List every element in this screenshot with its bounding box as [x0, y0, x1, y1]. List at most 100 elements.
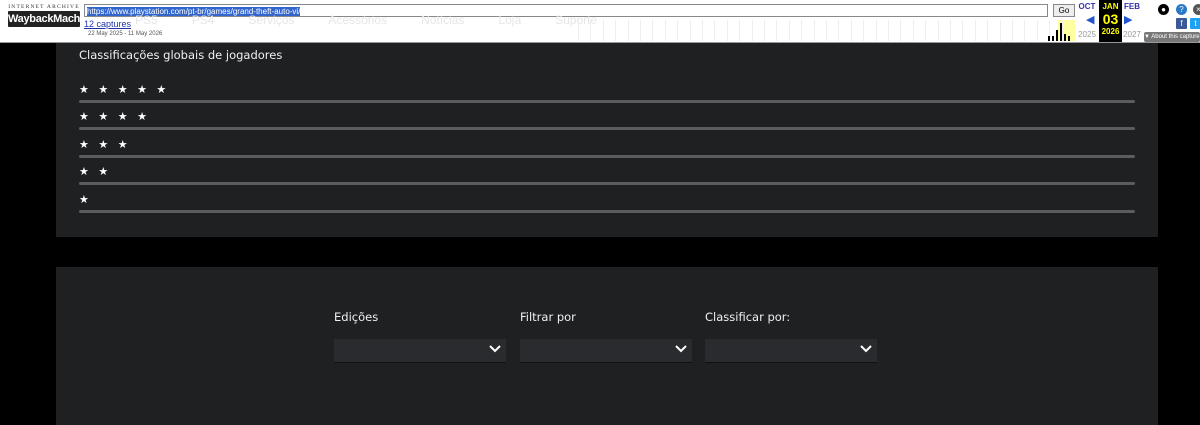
sparkline-gridline — [739, 20, 741, 41]
sparkline-bar — [1064, 33, 1066, 41]
sparkline-gridline — [689, 20, 691, 41]
sort-by: Classificar por: — [705, 310, 877, 363]
prev-arrow-icon[interactable]: ◀ — [1086, 13, 1094, 26]
sparkline-gridline — [937, 20, 939, 41]
twitter-icon[interactable]: t — [1190, 18, 1200, 29]
sparkline-gridline — [652, 20, 654, 41]
sparkline-gridline — [702, 20, 703, 41]
sparkline-gridline — [627, 20, 629, 41]
sparkline-gridline — [615, 20, 617, 41]
sparkline-gridline — [863, 20, 865, 41]
logo-main-text: WaybackMachine — [8, 11, 96, 27]
sparkline-gridline — [813, 20, 815, 41]
sparkline-gridline — [1012, 20, 1013, 41]
sparkline-bar — [1048, 35, 1050, 41]
sparkline-gridline — [776, 20, 778, 41]
bg-nav-item: Loja — [498, 13, 522, 27]
stars-label: ★ ★ — [79, 165, 112, 178]
capture-sparkline[interactable] — [578, 20, 1075, 41]
sparkline-gridline — [962, 20, 964, 41]
sparkline-gridline — [1036, 20, 1038, 41]
wayback-logo[interactable]: INTERNET ARCHIVE WaybackMachine — [8, 4, 96, 36]
sparkline-bar — [1052, 35, 1054, 41]
sparkline-gridline — [974, 20, 976, 41]
sort-by-select[interactable] — [705, 339, 877, 363]
bg-nav-item: Notícias — [421, 13, 465, 27]
logo-top-text: INTERNET ARCHIVE — [8, 4, 80, 10]
rating-row-2: ★ ★ — [79, 165, 1135, 185]
stars-label: ★ ★ ★ ★ — [79, 110, 150, 123]
rating-row-4: ★ ★ ★ ★ — [79, 110, 1135, 130]
close-icon[interactable]: × — [1193, 4, 1200, 15]
prev-year: 2025 — [1078, 30, 1096, 39]
filters-panel: Edições Filtrar por Classificar por: — [56, 267, 1158, 425]
sparkline-bar — [1068, 35, 1070, 41]
ratings-title: Classificações globais de jogadores — [79, 48, 283, 62]
stars-label: ★ ★ ★ — [79, 138, 131, 151]
sparkline-gridline — [664, 20, 666, 41]
next-year: 2027 — [1123, 30, 1141, 39]
sparkline-gridline — [888, 20, 889, 41]
background-site-nav: PS5 PS4 Serviços Acessórios Notícias Loja Supo… — [135, 13, 631, 27]
sparkline-gridline — [850, 20, 852, 41]
current-day: 03 — [1102, 11, 1119, 27]
editions-select[interactable] — [334, 339, 506, 363]
sparkline-gridline — [925, 20, 927, 41]
sparkline-gridline — [875, 20, 877, 41]
bg-nav-item: PS5 — [135, 13, 158, 27]
go-button[interactable]: Go — [1053, 4, 1075, 17]
sort-by-label: Classificar por: — [705, 310, 791, 324]
sparkline-gridline — [590, 20, 592, 41]
sparkline-gridline — [838, 20, 840, 41]
chevron-down-icon — [489, 344, 501, 353]
current-capture-date: JAN 03 2026 — [1099, 0, 1122, 42]
about-capture-button[interactable]: ▼ About this capture — [1144, 32, 1200, 42]
filter-by: Filtrar por — [520, 310, 692, 363]
current-month: JAN — [1102, 2, 1119, 11]
rating-row-1: ★ — [79, 193, 1135, 213]
rating-row-3: ★ ★ ★ — [79, 138, 1135, 158]
sparkline-gridline — [987, 20, 989, 41]
rating-bar-track — [79, 127, 1135, 130]
sparkline-gridline — [677, 20, 679, 41]
user-icon[interactable]: ● — [1158, 4, 1169, 15]
next-month[interactable]: FEB — [1120, 2, 1144, 11]
about-capture-label: About this capture — [1151, 34, 1200, 40]
sparkline-gridline — [826, 20, 827, 41]
sparkline-gridline — [999, 20, 1001, 41]
wayback-toolbar: INTERNET ARCHIVE WaybackMachine https://… — [0, 0, 1200, 43]
sparkline-gridline — [950, 20, 951, 41]
current-year: 2026 — [1101, 27, 1120, 36]
rating-bar-track — [79, 182, 1135, 185]
sparkline-gridline — [726, 20, 728, 41]
next-arrow-icon[interactable]: ▶ — [1124, 13, 1132, 26]
sparkline-gridline — [788, 20, 790, 41]
chevron-down-icon — [860, 344, 872, 353]
sparkline-gridline — [1024, 20, 1026, 41]
sparkline-bar — [1056, 30, 1058, 41]
sparkline-gridline — [714, 20, 716, 41]
sparkline-gridline — [602, 20, 604, 41]
editions-filter: Edições — [334, 310, 506, 363]
rating-bar-track — [79, 100, 1135, 103]
prev-month[interactable]: OCT — [1075, 2, 1099, 11]
rating-bar-track — [79, 210, 1135, 213]
sparkline-gridline — [801, 20, 803, 41]
capture-range: 22 May 2025 - 11 May 2026 — [88, 31, 163, 37]
rating-bar-track — [79, 155, 1135, 158]
help-icon[interactable]: ? — [1176, 4, 1187, 15]
sparkline-gridline — [751, 20, 753, 41]
ratings-panel: Classificações globais de jogadores ★ ★ … — [56, 43, 1158, 237]
sparkline-gridline — [764, 20, 765, 41]
filter-by-label: Filtrar por — [520, 310, 576, 324]
facebook-icon[interactable]: f — [1176, 18, 1187, 29]
captures-link[interactable]: 12 captures — [84, 19, 131, 29]
sparkline-gridline — [578, 20, 579, 41]
sparkline-gridline — [640, 20, 641, 41]
rating-row-5: ★ ★ ★ ★ ★ — [79, 83, 1135, 103]
bg-nav-item: Serviços — [248, 13, 295, 27]
sparkline-gridline — [912, 20, 914, 41]
filter-by-select[interactable] — [520, 339, 692, 363]
stars-label: ★ — [79, 193, 92, 206]
chevron-down-icon — [675, 344, 687, 353]
